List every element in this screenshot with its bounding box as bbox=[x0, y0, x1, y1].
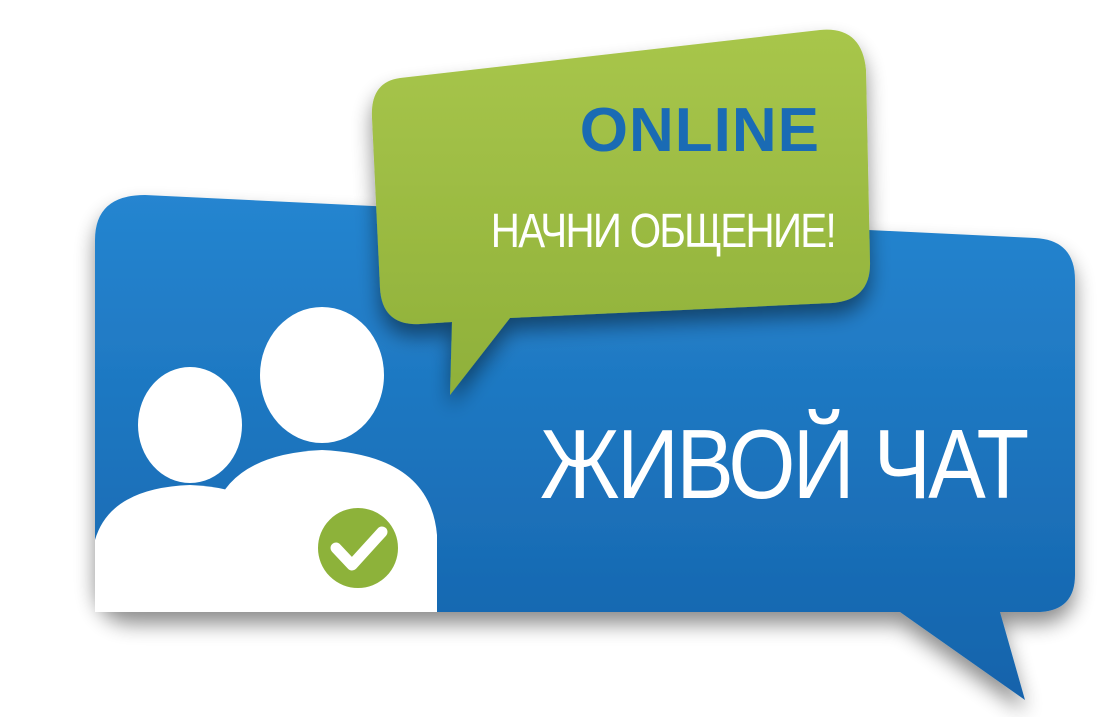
check-icon bbox=[312, 502, 404, 594]
live-chat-banner[interactable]: ONLINE НАЧНИ ОБЩЕНИЕ! ЖИВОЙ ЧАТ bbox=[0, 0, 1119, 717]
chat-bubbles-graphic bbox=[95, 29, 1075, 700]
